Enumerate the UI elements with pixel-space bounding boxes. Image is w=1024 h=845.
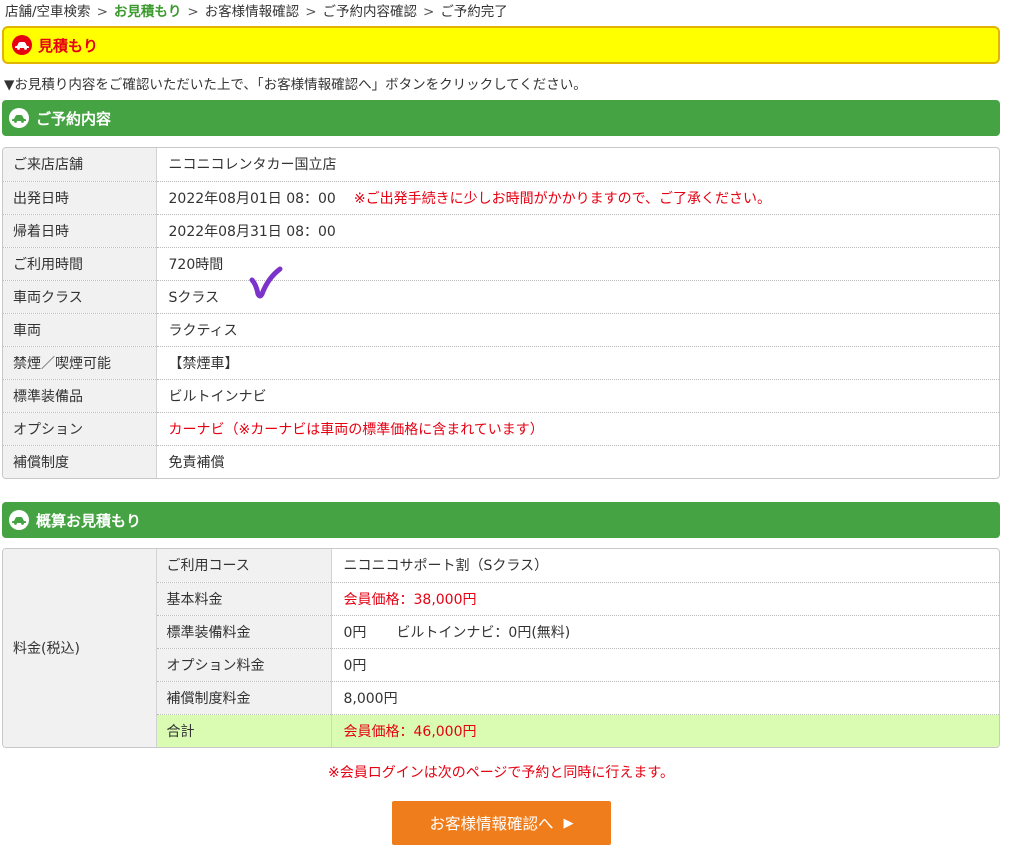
breadcrumb: 店舗/空車検索 > お見積もり > お客様情報確認 > ご予約内容確認 > ご予約完了 [5, 3, 508, 21]
table-row: オプション カーナビ（※カーナビは車両の標準価格に含まれています） [3, 412, 999, 446]
row-value-vehicle: ラクティス [156, 313, 999, 347]
row-value-standard-equipment: ビルトインナビ [156, 379, 999, 413]
car-icon [9, 108, 29, 128]
car-icon [12, 35, 32, 55]
table-row: 標準装備品 ビルトインナビ [3, 379, 999, 413]
breadcrumb-step-customer-info: お客様情報確認 [204, 4, 300, 20]
equipment-fee-amount: 0円 [343, 624, 367, 641]
row-label-usage-time: ご利用時間 [3, 247, 157, 281]
reservation-section-title: ご予約内容 [36, 109, 112, 128]
row-label-compensation: 補償制度 [3, 445, 157, 478]
breadcrumb-step-complete: ご予約完了 [440, 4, 508, 20]
breadcrumb-separator: > [305, 4, 317, 20]
row-value-smoking: 【禁煙車】 [156, 346, 999, 380]
row-label-base-fee: 基本料金 [156, 582, 332, 616]
row-label-standard-equipment: 標準装備品 [3, 379, 157, 413]
table-row: 帰着日時 2022年08月31日 08：00 [3, 214, 999, 248]
departure-note: ※ご出発手続きに少しお時間がかかりますので、ご了承ください。 [353, 190, 772, 207]
reservation-table: ご来店店舗 ニコニコレンタカー国立店 出発日時 2022年08月01日 08：0… [2, 147, 1000, 479]
row-label-return: 帰着日時 [3, 214, 157, 248]
breadcrumb-separator: > [96, 4, 108, 20]
row-value-store: ニコニコレンタカー国立店 [156, 148, 999, 182]
row-value-base-fee: 会員価格：38,000円 [331, 582, 999, 616]
estimate-table: 料金(税込) ご利用コース ニコニコサポート割（Sクラス） 基本料金 会員価格：… [2, 548, 1000, 748]
row-value-departure: 2022年08月01日 08：00 ※ご出発手続きに少しお時間がかかりますので、ご… [156, 181, 999, 215]
row-value-compensation-fee: 8,000円 [331, 681, 999, 715]
page-header: 見積もり [2, 26, 1000, 64]
next-button-label: お客様情報確認へ [429, 815, 554, 833]
breadcrumb-separator: > [423, 4, 435, 20]
page-title: 見積もり [38, 36, 99, 55]
departure-datetime: 2022年08月01日 08：00 [168, 190, 336, 207]
login-note: ※会員ログインは次のページで予約と同時に行えます。 [327, 765, 675, 781]
row-value-option: カーナビ（※カーナビは車両の標準価格に含まれています） [156, 412, 999, 446]
row-value-return: 2022年08月31日 08：00 [156, 214, 999, 248]
breadcrumb-separator: > [187, 4, 199, 20]
row-label-smoking: 禁煙／喫煙可能 [3, 346, 157, 380]
row-label-vehicle-class: 車両クラス [3, 280, 157, 314]
table-row: 料金(税込) ご利用コース ニコニコサポート割（Sクラス） [3, 549, 999, 747]
fee-group-label: 料金(税込) [3, 549, 157, 747]
row-label-option: オプション [3, 412, 157, 446]
row-label-departure: 出発日時 [3, 181, 157, 215]
play-arrow-icon: ▶ [563, 815, 574, 831]
row-label-store: ご来店店舗 [3, 148, 157, 182]
row-label-option-fee: オプション料金 [156, 648, 332, 682]
row-value-total: 会員価格：46,000円 [331, 714, 999, 747]
row-value-equipment-fee: 0円 ビルトインナビ：0円(無料) [331, 615, 999, 649]
customer-info-next-button[interactable]: お客様情報確認へ ▶ [392, 801, 611, 845]
breadcrumb-step-search: 店舗/空車検索 [5, 4, 91, 20]
row-label-compensation-fee: 補償制度料金 [156, 681, 332, 715]
table-row: ご利用時間 720時間 [3, 247, 999, 281]
table-row: 補償制度 免責補償 [3, 445, 999, 478]
table-row: 車両 ラクティス [3, 313, 999, 347]
row-value-compensation: 免責補償 [168, 454, 225, 471]
estimate-section-header: 概算お見積もり [2, 502, 1000, 538]
reservation-section-header: ご予約内容 [2, 100, 1000, 136]
table-row: 車両クラス Sクラス [3, 280, 999, 314]
breadcrumb-step-estimate: お見積もり [113, 4, 182, 20]
breadcrumb-step-confirm: ご予約内容確認 [322, 4, 418, 20]
row-value-course: ニコニコサポート割（Sクラス） [331, 549, 999, 583]
table-row: ご来店店舗 ニコニコレンタカー国立店 [3, 148, 999, 182]
row-label-vehicle: 車両 [3, 313, 157, 347]
table-row: 出発日時 2022年08月01日 08：00 ※ご出発手続きに少しお時間がかかりま… [3, 181, 999, 215]
row-label-equipment-fee: 標準装備料金 [156, 615, 332, 649]
table-row: 禁煙／喫煙可能 【禁煙車】 [3, 346, 999, 380]
checkmark-icon [249, 266, 283, 299]
estimate-section-title: 概算お見積もり [36, 511, 142, 530]
row-value-option-fee: 0円 [331, 648, 999, 682]
row-label-course: ご利用コース [156, 549, 332, 583]
car-icon [9, 510, 29, 530]
equipment-fee-detail: ビルトインナビ：0円(無料) [396, 624, 571, 641]
instruction-text: ▼お見積り内容をご確認いただいた上で、「お客様情報確認へ」ボタンをクリックしてく… [4, 77, 587, 93]
row-label-total: 合計 [156, 714, 332, 747]
